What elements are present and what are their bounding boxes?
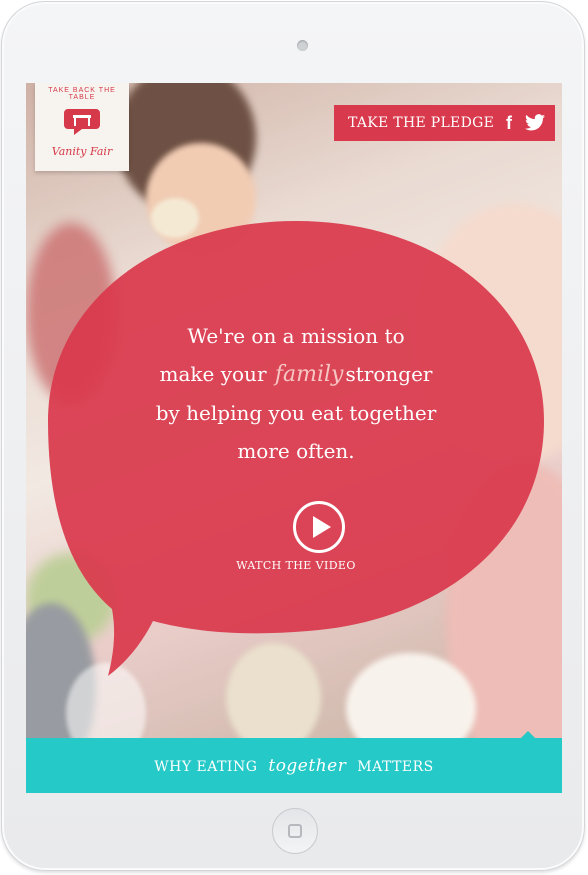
mission-line-2-after: stronger bbox=[345, 362, 433, 386]
home-button[interactable] bbox=[272, 808, 318, 854]
pledge-label: TAKE THE PLEDGE bbox=[348, 115, 495, 131]
mission-line-3: by helping you eat together bbox=[155, 401, 437, 425]
mission-line-1: We're on a mission to bbox=[187, 324, 405, 348]
play-circle-icon[interactable] bbox=[293, 501, 345, 553]
table-logo-icon bbox=[64, 109, 100, 135]
why-eating-together-bar[interactable]: WHY EATING together MATTERS bbox=[26, 738, 562, 793]
why-eating-together-label: WHY EATING together MATTERS bbox=[26, 756, 562, 776]
logo-brand: Vanity Fair bbox=[51, 145, 113, 158]
family-script-word: family bbox=[274, 362, 344, 387]
home-icon bbox=[288, 824, 302, 838]
mission-line-4: more often. bbox=[237, 439, 355, 463]
mission-speech-bubble: We're on a mission to make your family st… bbox=[48, 221, 544, 676]
watch-the-video-link[interactable]: WATCH THE VIDEO bbox=[48, 559, 544, 572]
why-after: MATTERS bbox=[357, 759, 434, 775]
facebook-icon[interactable]: f bbox=[506, 113, 512, 134]
screen: TAKE BACK THE TABLE Vanity Fair TAKE THE… bbox=[26, 83, 562, 793]
mission-line-2: make your family stronger bbox=[48, 355, 544, 394]
tablet-frame: TAKE BACK THE TABLE Vanity Fair TAKE THE… bbox=[1, 1, 585, 871]
why-before: WHY EATING bbox=[154, 759, 258, 775]
mission-line-2-before: make your bbox=[159, 362, 267, 386]
twitter-icon[interactable] bbox=[525, 114, 545, 131]
take-the-pledge-button[interactable]: TAKE THE PLEDGE f bbox=[334, 105, 555, 141]
camera-icon bbox=[297, 40, 308, 51]
together-script-word: together bbox=[268, 756, 347, 776]
vanity-fair-logo[interactable]: TAKE BACK THE TABLE Vanity Fair bbox=[35, 83, 129, 171]
mission-statement: We're on a mission to make your family st… bbox=[48, 317, 544, 470]
